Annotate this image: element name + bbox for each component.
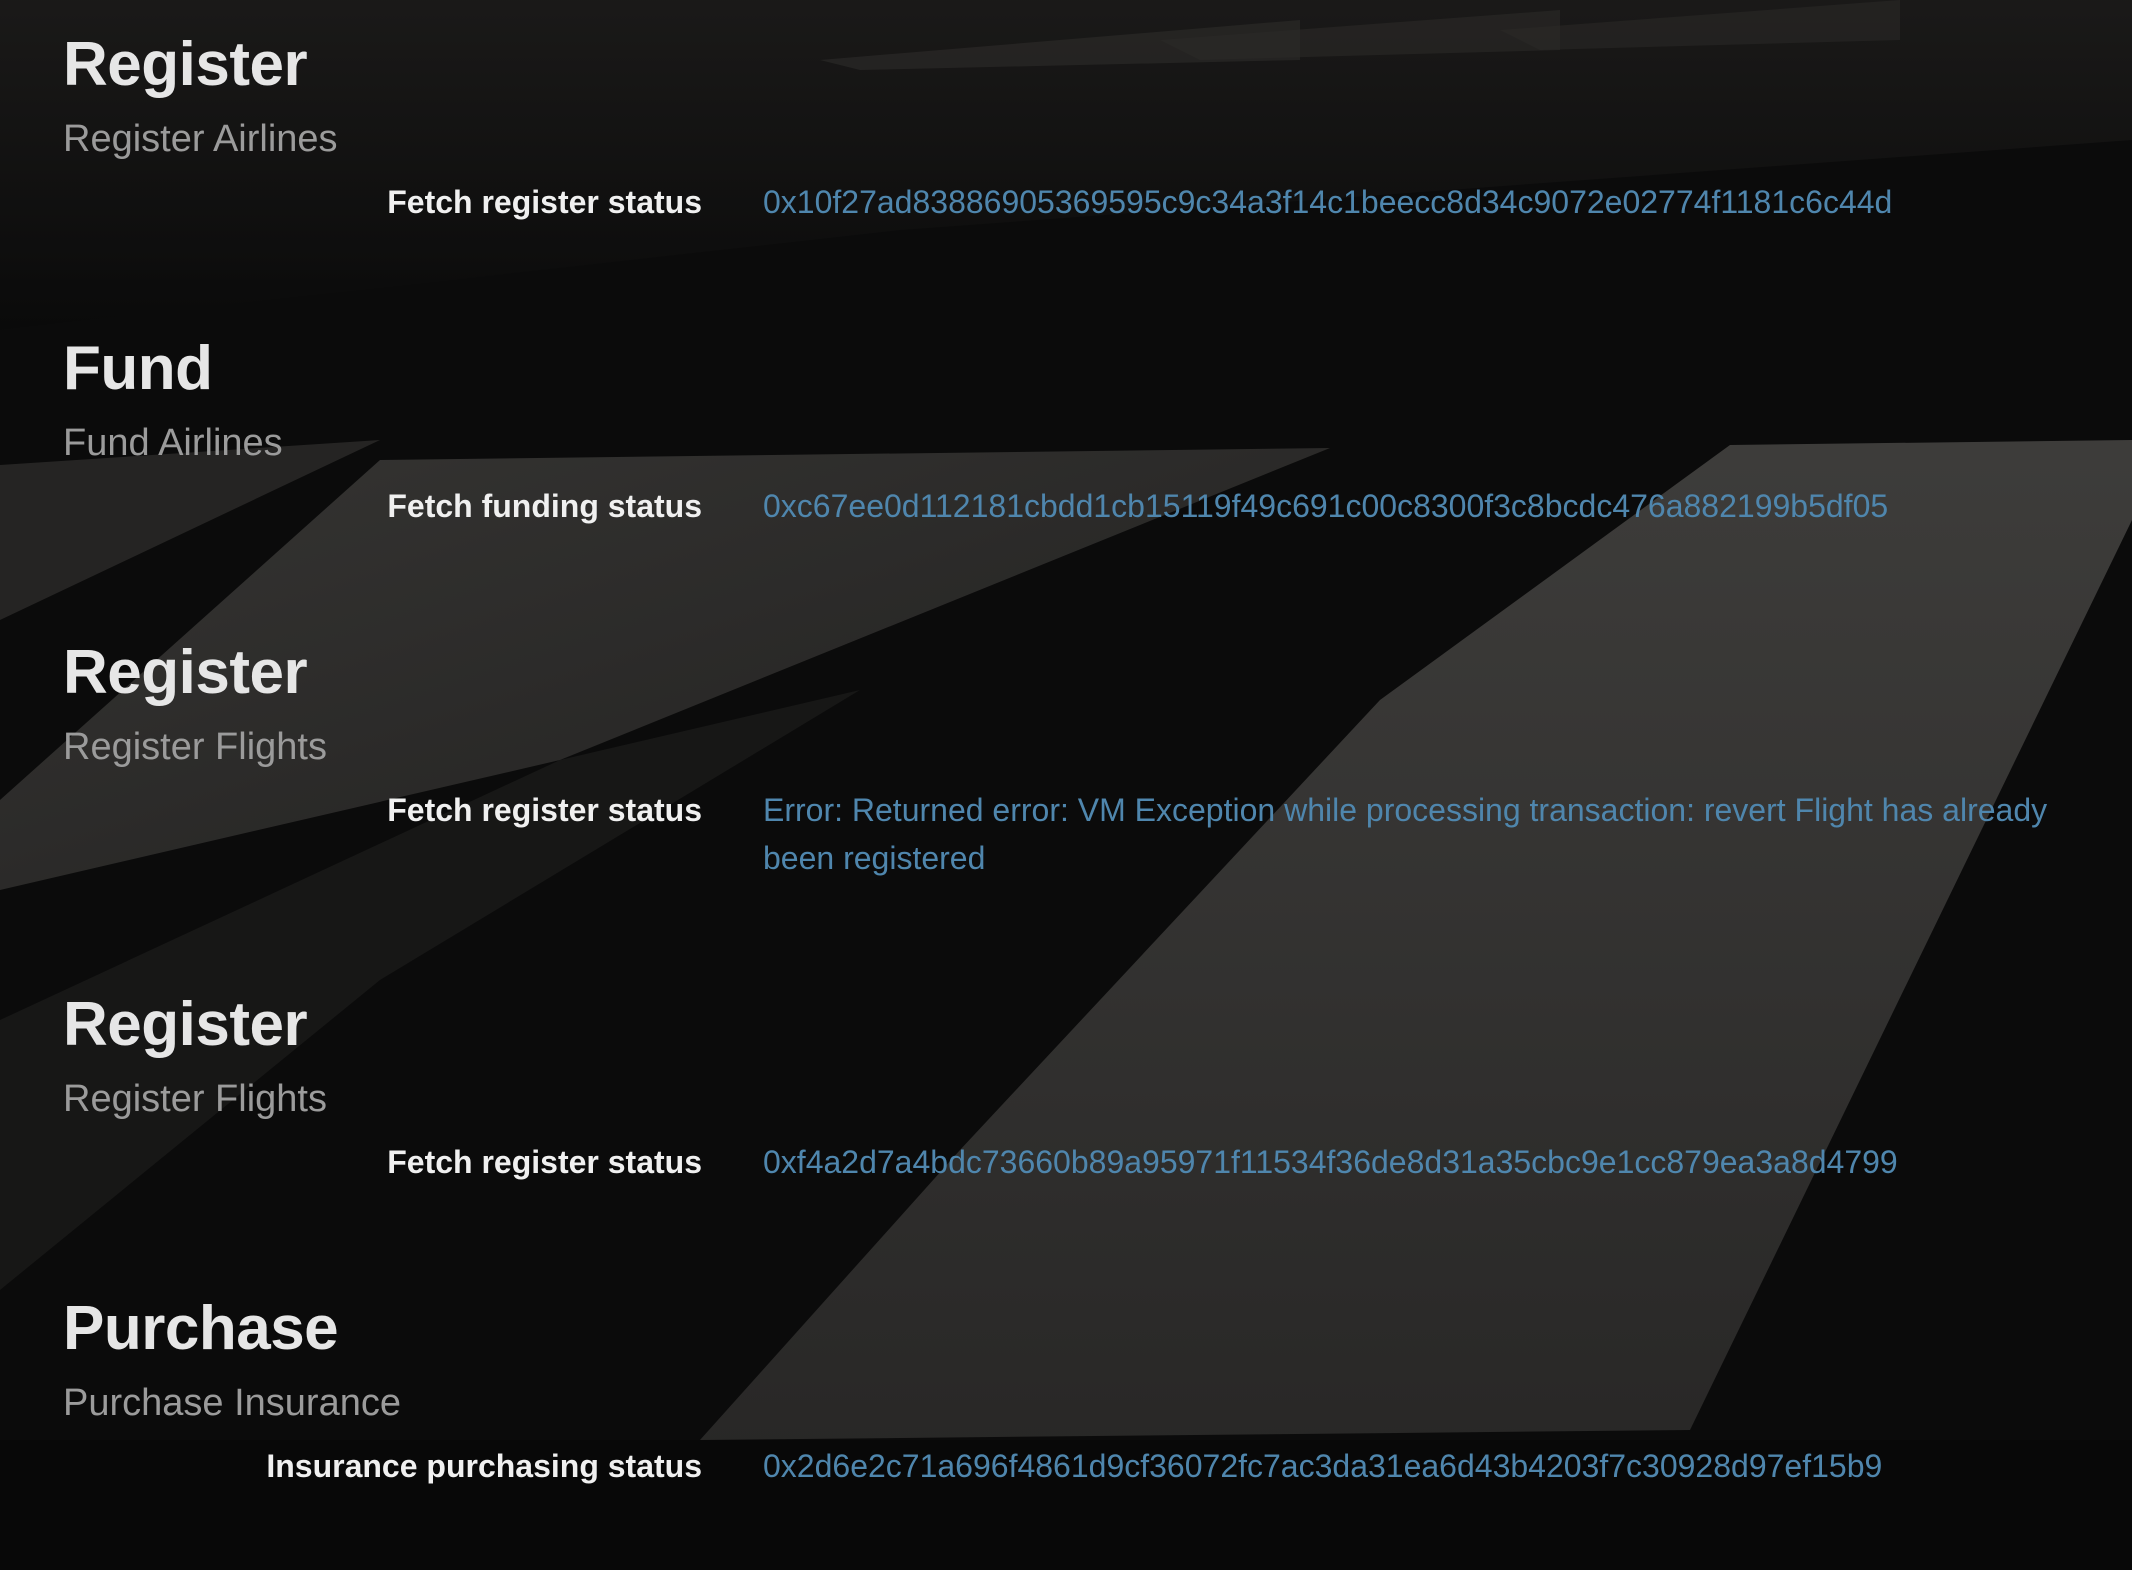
section-subtitle: Fund Airlines [63,422,283,464]
status-label: Fetch register status [387,184,702,220]
status-label: Insurance purchasing status [266,1448,702,1484]
error-message: Error: Returned error: VM Exception whil… [763,792,2048,876]
transaction-hash: 0xf4a2d7a4bdc73660b89a95971f11534f36de8d… [763,1144,1898,1180]
section-title: Fund [63,334,213,403]
section-title: Register [63,638,308,707]
section-title: Register [63,990,308,1059]
transaction-hash: 0x2d6e2c71a696f4861d9cf36072fc7ac3da31ea… [763,1448,1883,1484]
transaction-hash: 0xc67ee0d112181cbdd1cb15119f49c691c00c83… [763,488,1889,524]
section-subtitle: Register Airlines [63,118,338,160]
section-title: Purchase [63,1294,339,1363]
status-label: Fetch funding status [387,488,702,524]
status-label: Fetch register status [387,792,702,828]
section-subtitle: Register Flights [63,726,327,768]
transaction-hash: 0x10f27ad83886905369595c9c34a3f14c1beecc… [763,184,1893,220]
section-subtitle: Purchase Insurance [63,1382,401,1424]
section-title: Register [63,30,308,99]
status-label: Fetch register status [387,1144,702,1180]
section-subtitle: Register Flights [63,1078,327,1120]
page-content: Register Register Airlines Fetch registe… [0,0,2132,1570]
